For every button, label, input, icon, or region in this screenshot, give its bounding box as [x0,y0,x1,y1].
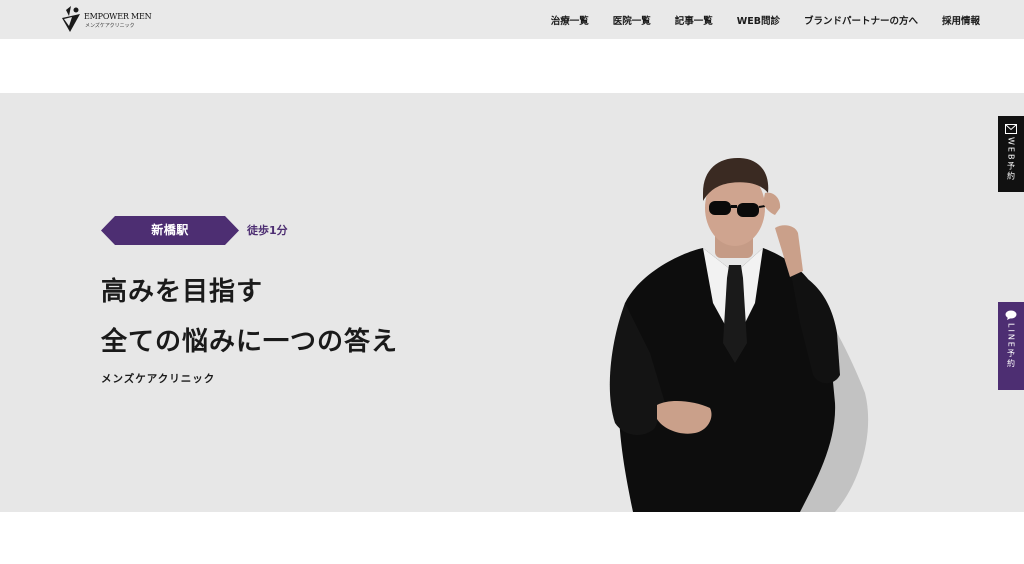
hero-headline-line1: 高みを目指す [101,277,264,307]
nav-brand-partners[interactable]: ブランドパートナーの方へ [804,13,918,27]
hero-section: 新橋駅 徒歩1分 高みを目指す 全ての悩みに一つの答え メンズケアクリニック [0,93,1024,512]
walk-time: 徒歩1分 [247,224,288,237]
hero-model-image [609,157,869,512]
logo-title: EMPOWER MEN [84,12,152,21]
nav-articles[interactable]: 記事一覧 [675,13,713,27]
nav-recruitment[interactable]: 採用情報 [942,13,980,27]
logo[interactable]: EMPOWER MEN メンズケアクリニック [60,4,152,34]
nav-clinics[interactable]: 医院一覧 [613,13,651,27]
nav-web-consultation[interactable]: WEB問診 [737,13,780,27]
mail-icon [1005,124,1017,134]
logo-subtitle: メンズケアクリニック [85,23,135,29]
main-nav: 治療一覧 医院一覧 記事一覧 WEB問診 ブランドパートナーの方へ 採用情報 [527,0,980,39]
chat-bubble-icon [1005,310,1017,320]
content-below-hero [0,512,1024,564]
station-badge: 新橋駅 [101,216,239,245]
station-name: 新橋駅 [151,223,189,237]
line-reservation-tab[interactable]: LINE予約 [998,302,1024,390]
logo-mark-icon [62,6,80,32]
site-header: EMPOWER MEN メンズケアクリニック 治療一覧 医院一覧 記事一覧 WE… [0,0,1024,39]
hero-subtext: メンズケアクリニック [101,373,216,385]
line-reservation-label: LINE予約 [1006,323,1016,369]
hero-headline-line2: 全ての悩みに一つの答え [101,327,399,357]
web-reservation-tab[interactable]: WEB予約 [998,116,1024,192]
nav-treatments[interactable]: 治療一覧 [551,13,589,27]
web-reservation-label: WEB予約 [1006,137,1016,182]
